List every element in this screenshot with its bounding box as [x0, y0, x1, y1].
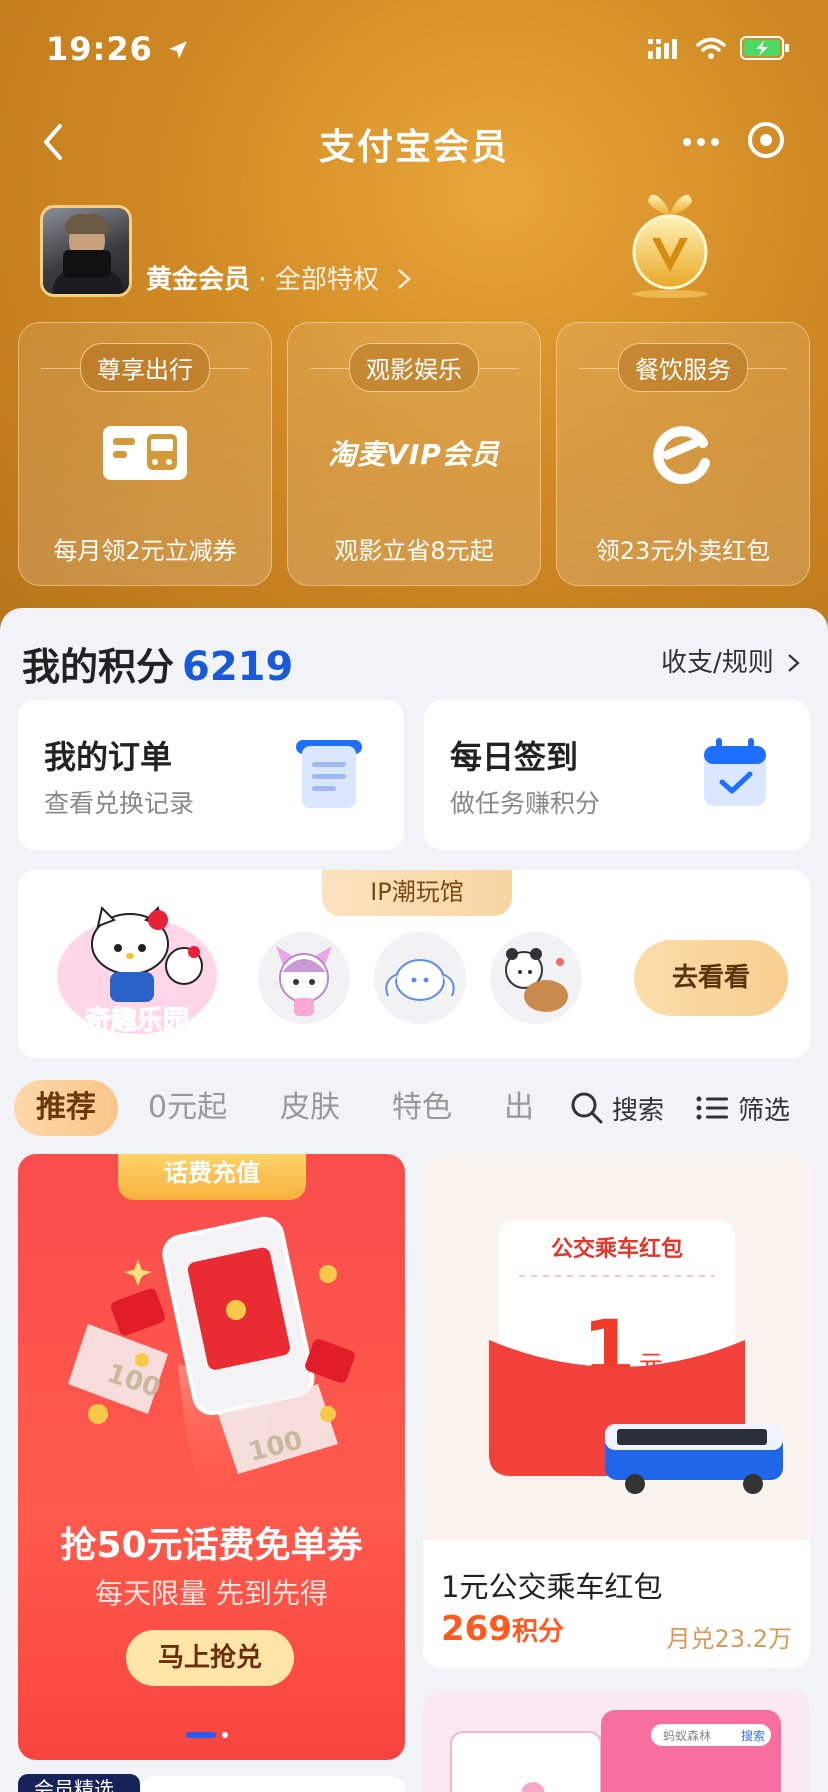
price-value: 269	[441, 1609, 512, 1649]
card-title: 每日签到	[450, 738, 579, 776]
calendar-check-icon	[704, 738, 766, 806]
grab-now-button[interactable]: 马上抢兑	[126, 1630, 294, 1686]
promo-subtitle: 每天限量 先到先得	[95, 1577, 328, 1610]
filter-label: 筛选	[738, 1095, 791, 1126]
benefit-tag: 餐饮服务	[579, 343, 787, 392]
ip-toy-hall-card[interactable]: IP潮玩馆 奇趣乐园 去看看	[18, 870, 810, 1058]
tab-recommend[interactable]: 推荐	[14, 1080, 118, 1136]
order-list-icon	[296, 740, 362, 808]
benefit-tag: 观影娱乐	[310, 343, 518, 392]
location-arrow-icon	[169, 41, 187, 59]
product-name: 1元公交乘车红包	[441, 1570, 663, 1604]
ip-brand-label: 奇趣乐园	[84, 1006, 189, 1037]
more-options-icon[interactable]	[676, 122, 726, 162]
preview-shop-label: 蚂蚁森林	[663, 1728, 711, 1743]
search-icon	[571, 1092, 603, 1124]
ip-tag: IP潮玩馆	[322, 870, 512, 916]
avatar[interactable]	[40, 205, 132, 297]
rules-label: 收支/规则	[660, 648, 774, 678]
battery-charging-icon	[740, 36, 789, 60]
search-label: 搜索	[612, 1095, 665, 1126]
skin-product-card[interactable]: 蚂蚁森林 搜索	[423, 1690, 810, 1792]
benefit-card-travel[interactable]: 尊享出行 每月领2元立减券	[18, 322, 272, 586]
points-value: 6219	[182, 644, 294, 690]
preview-search-label: 搜索	[741, 1728, 765, 1743]
tab-travel[interactable]: 出	[504, 1080, 534, 1136]
card-title: 我的订单	[44, 738, 173, 776]
benefit-text: 领23元外卖红包	[595, 537, 771, 565]
carousel-indicator	[186, 1732, 228, 1738]
points-label: 我的积分	[22, 645, 175, 689]
status-time: 19:26	[46, 30, 189, 68]
bus-red-envelope-product-card[interactable]: 公交乘车红包 1 元 1元公交乘车红包 269积分 月兑23.2万	[423, 1154, 810, 1668]
close-miniapp-icon[interactable]	[746, 120, 786, 160]
card-subtitle: 查看兑换记录	[44, 789, 195, 818]
all-privileges-link[interactable]: 全部特权	[275, 265, 379, 295]
go-see-button[interactable]: 去看看	[634, 940, 788, 1016]
points-summary: 我的积分 6219	[22, 636, 293, 691]
card-subtitle: 做任务赚积分	[450, 789, 601, 818]
wifi-icon	[696, 37, 726, 59]
chevron-right-icon	[788, 654, 800, 672]
next-card-edge	[140, 1776, 405, 1792]
status-bar: 19:26	[0, 0, 828, 100]
coupon-header: 公交乘车红包	[551, 1236, 683, 1262]
member-level[interactable]: 黄金会员 · 全部特权	[146, 259, 413, 296]
cellular-signal-icon	[648, 39, 677, 59]
benefit-card-movie[interactable]: 观影娱乐 淘麦VIP会员 观影立省8元起	[287, 322, 541, 586]
promo-tag: 话费充值	[118, 1154, 306, 1200]
benefit-text: 每月领2元立减券	[53, 537, 237, 565]
taomai-vip-logo: 淘麦VIP会员	[328, 438, 500, 471]
benefit-card-food[interactable]: 餐饮服务 领23元外卖红包	[556, 322, 810, 586]
navigation-bar: 支付宝会员	[0, 100, 828, 180]
benefit-tag: 尊享出行	[41, 343, 249, 392]
filter-button[interactable]: 筛选	[696, 1080, 790, 1136]
bus-coupon-illustration: 公交乘车红包 1 元	[489, 1220, 783, 1494]
phone-red-envelope-illustration: 100 100	[68, 1216, 355, 1504]
eleme-icon	[653, 426, 710, 485]
member-separator: ·	[250, 265, 275, 295]
tab-skins[interactable]: 皮肤	[280, 1080, 340, 1136]
main-panel: 我的积分 6219 收支/规则 我的订单 查看兑换记录 每日签到 做任务赚积分 I…	[0, 608, 828, 1792]
bubu-dudu-avatar[interactable]	[490, 932, 582, 1024]
tab-special[interactable]: 特色	[392, 1080, 452, 1136]
kuromi-avatar[interactable]	[258, 932, 350, 1024]
category-tabs: 推荐 0元起 皮肤 特色 出 搜索 筛选	[0, 1074, 828, 1138]
promo-title: 抢50元话费免单券	[60, 1525, 363, 1566]
member-level-label: 黄金会员	[146, 265, 251, 295]
product-image: 公交乘车红包 1 元	[423, 1154, 810, 1540]
member-picks-badge: 会员精选	[18, 1774, 140, 1792]
benefits-row: 尊享出行 每月领2元立减券 观影娱乐 淘麦VIP会员 观影立省8元起 餐饮服务	[18, 322, 810, 586]
bus-ticket-icon	[103, 426, 187, 480]
member-header: 19:26 支付宝会员 黄金会员 · 全部特权 尊享出行 每月领2元立减券 观影…	[0, 0, 828, 640]
my-orders-card[interactable]: 我的订单 查看兑换记录	[18, 700, 404, 850]
gold-member-badge-icon	[632, 194, 708, 298]
phone-skin-preview: 蚂蚁森林 搜索	[423, 1690, 810, 1792]
rules-link[interactable]: 收支/规则	[661, 642, 802, 679]
chevron-right-icon	[398, 269, 411, 289]
product-price: 269积分	[441, 1609, 564, 1649]
time-text: 19:26	[46, 30, 153, 68]
daily-checkin-card[interactable]: 每日签到 做任务赚积分	[424, 700, 810, 850]
tab-from-zero[interactable]: 0元起	[148, 1080, 227, 1136]
phone-bill-promo-card[interactable]: 话费充值 100 100 抢50元话费免单券 每天限量 先到先得 马上抢兑	[18, 1154, 405, 1760]
search-button[interactable]: 搜索	[570, 1080, 664, 1136]
monthly-redeemed: 月兑23.2万	[666, 1625, 792, 1653]
filter-list-icon	[696, 1096, 728, 1120]
price-unit: 积分	[511, 1617, 564, 1647]
benefit-text: 观影立省8元起	[334, 537, 494, 565]
cinnamoroll-avatar[interactable]	[374, 932, 466, 1024]
